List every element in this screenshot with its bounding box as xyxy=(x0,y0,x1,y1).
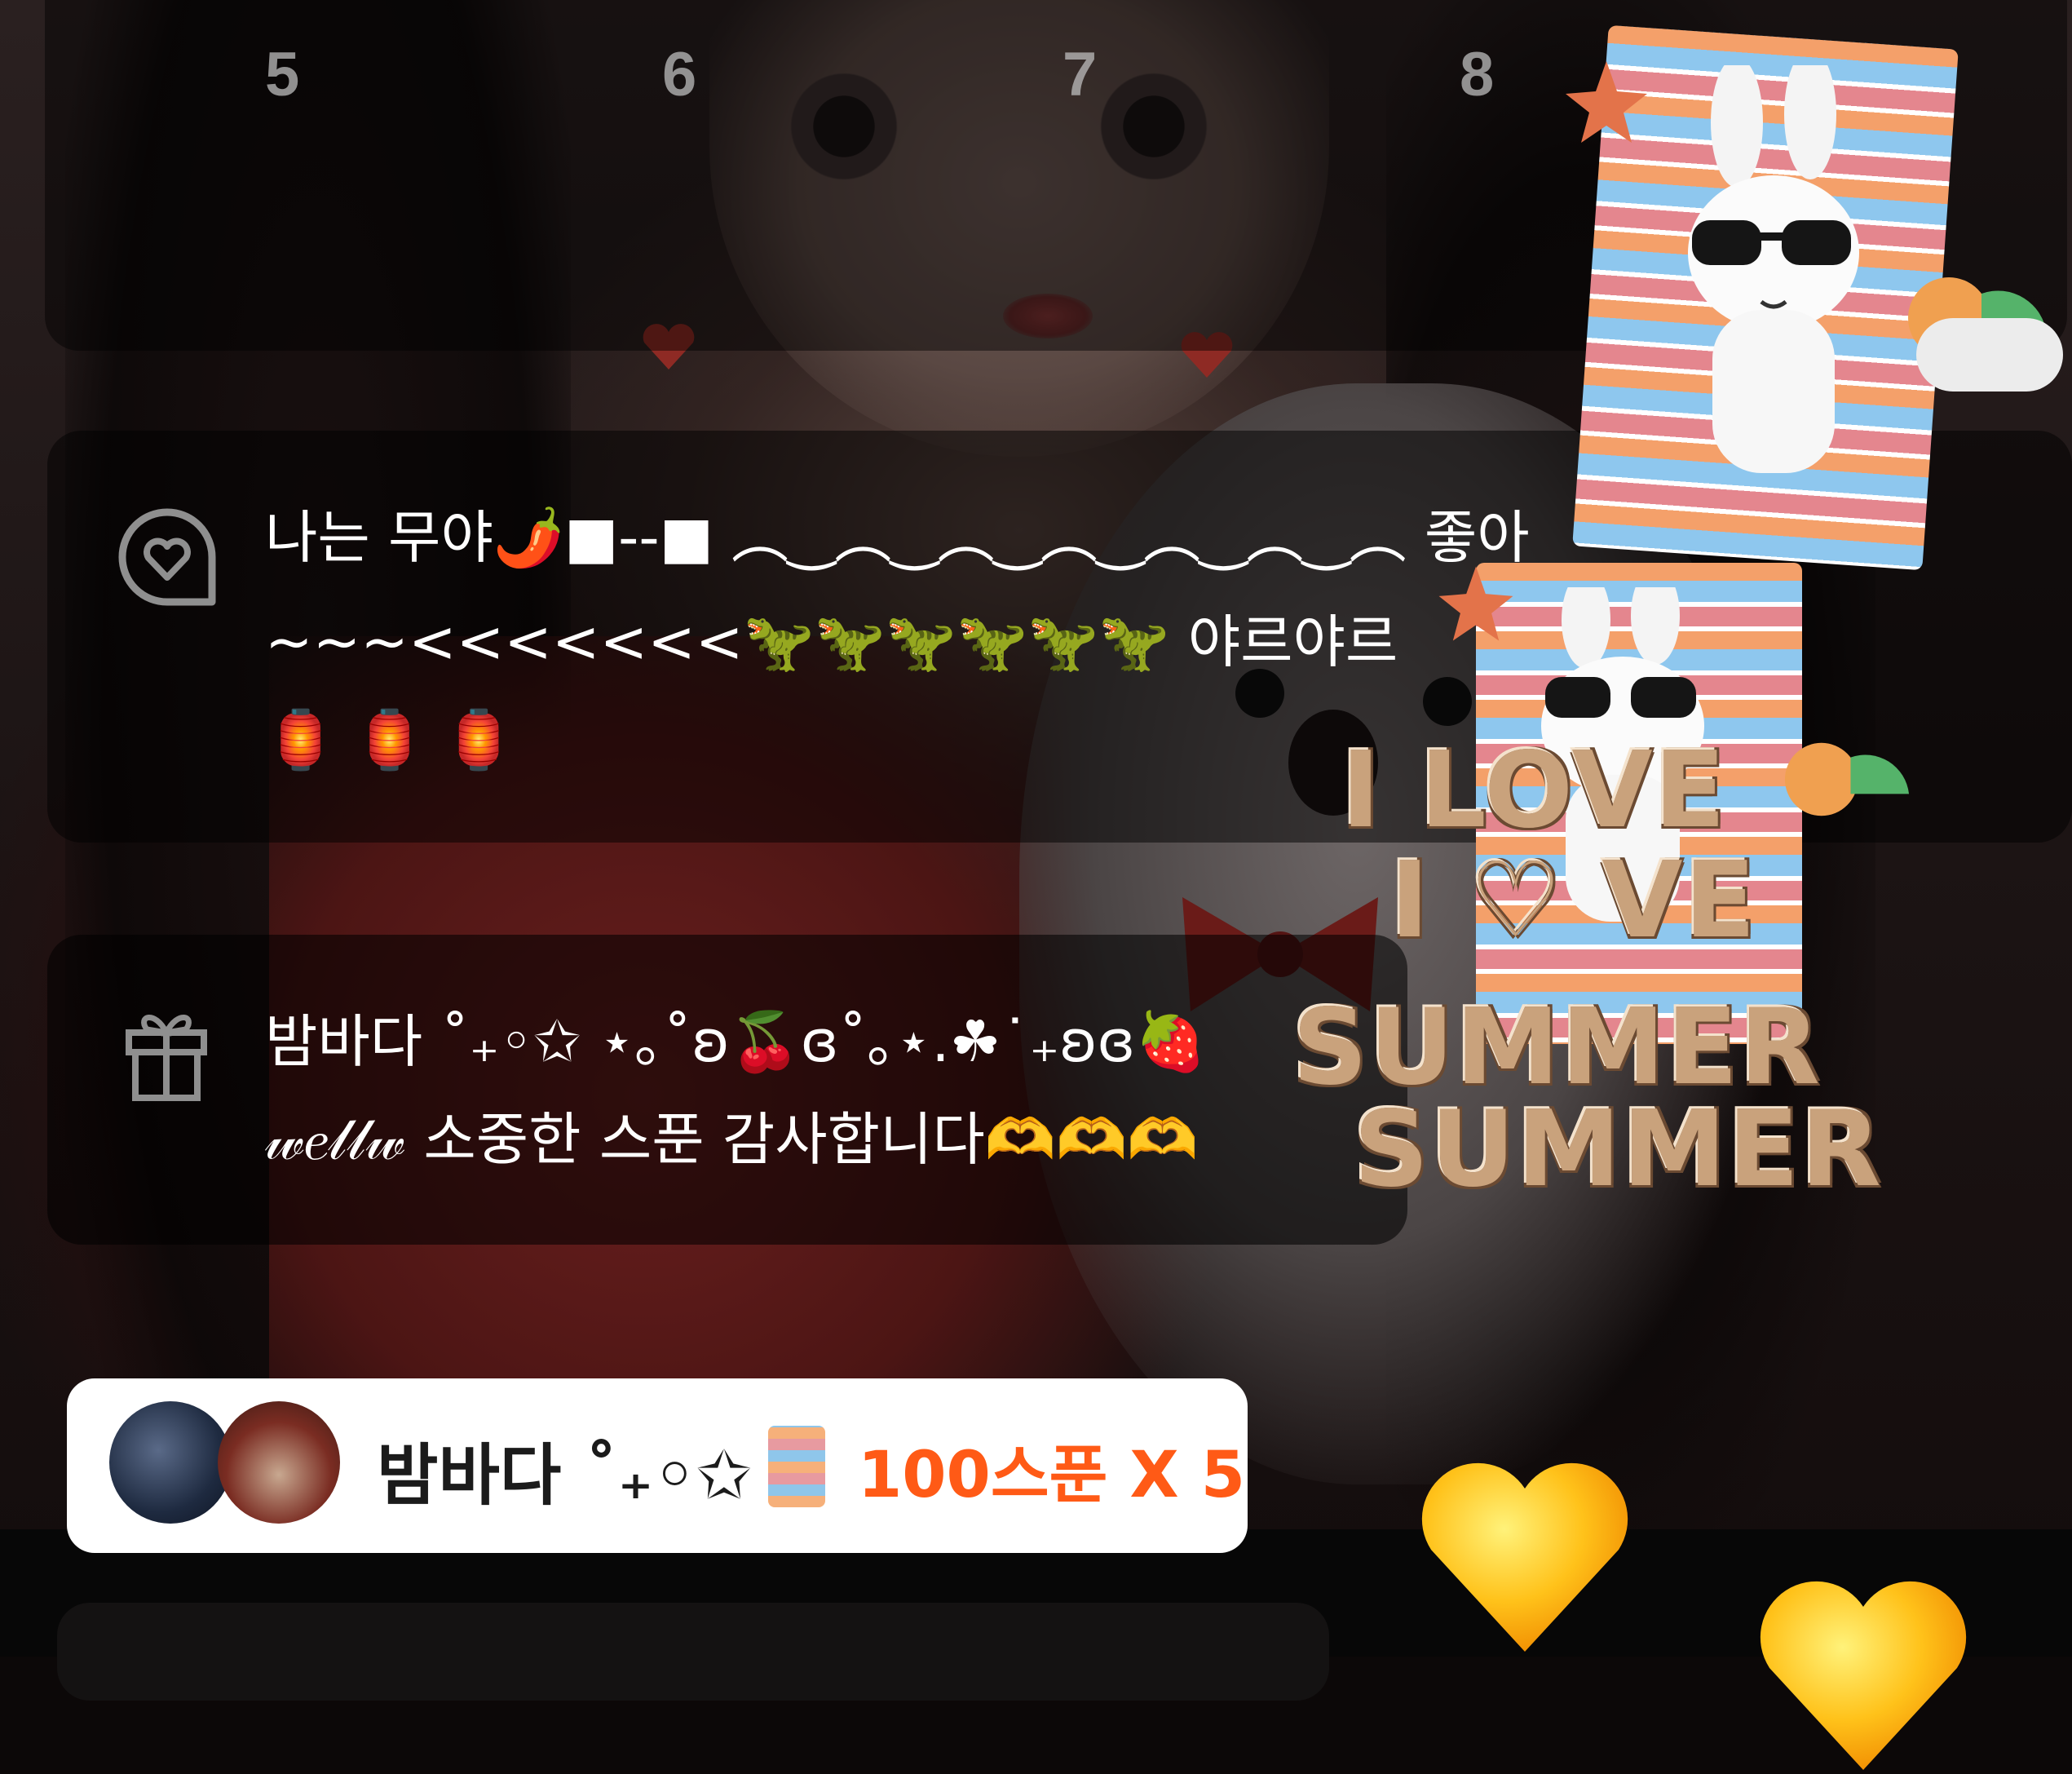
starfish-icon-2 xyxy=(1438,566,1513,641)
sticker-text-line-4: SUMMER xyxy=(1354,1089,1883,1210)
spoon-sticker-thumbnail xyxy=(768,1426,825,1507)
receiver-avatar[interactable] xyxy=(218,1401,340,1524)
seat-number-8: 8 xyxy=(1460,40,1495,109)
drink-umbrella-icon-2 xyxy=(1784,742,1910,816)
starfish-icon xyxy=(1566,61,1647,143)
chat-message-gift xyxy=(47,935,1407,1245)
gift-message-line-2: 𝓌𝑒𝓁𝓁𝓌 소중한 스푼 감사합니다🫶🫶🫶 xyxy=(265,1106,1199,1173)
gift-amount: 100스푼 X 5 xyxy=(858,1439,1246,1512)
gift-icon xyxy=(126,1015,207,1101)
next-message-card xyxy=(57,1603,1329,1701)
seat-number-6: 6 xyxy=(662,40,697,109)
gift-sender-name: 밤바다 ˚₊◦✩ xyxy=(377,1437,753,1515)
seat-number-7: 7 xyxy=(1063,40,1098,109)
sender-avatar[interactable] xyxy=(109,1401,232,1524)
message-line-3: 🏮 🏮 🏮 xyxy=(265,706,515,773)
yellow-heart-icon-2 xyxy=(1760,1581,1967,1770)
cloud-icon xyxy=(1916,318,2063,392)
seat-number-5: 5 xyxy=(265,40,300,109)
message-line-2: ~~~<<<<<<<🦖🦖🦖🦖🦖🦖 야르야르 xyxy=(265,608,1398,675)
sticker-text-line-1: I LOVE xyxy=(1341,730,1728,852)
gift-message-line-1: 밤바다 ˚₊◦✩ ⋆｡˚ʚ🍒ɞ˚｡⋆.☘︎˙₊ʚɞ🍓 xyxy=(265,1008,1207,1075)
gift-banner[interactable]: 밤바다 ˚₊◦✩ 100스푼 X 5 xyxy=(67,1378,1248,1553)
message-line-1: 나는 무야🌶️■--■ ︵‿︵‿︵‿︵‿︵‿︵‿︵ 좋아 xyxy=(265,504,1530,571)
sticker-text-line-2: I ♡ VE xyxy=(1390,840,1757,962)
speech-heart-icon xyxy=(118,508,216,606)
yellow-heart-icon xyxy=(1421,1462,1628,1652)
bunny-icon xyxy=(1688,65,1859,473)
